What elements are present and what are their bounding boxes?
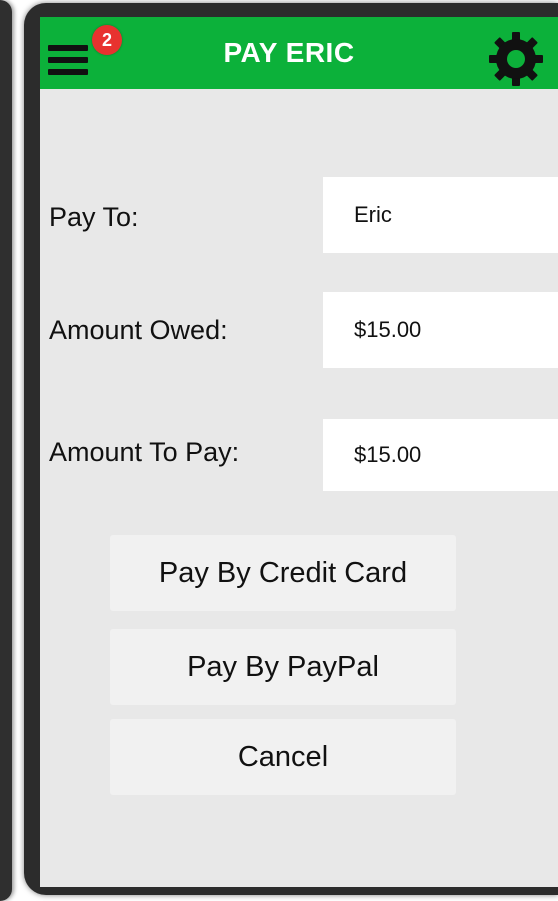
app-screen: 2 PAY ERIC Pay To: Eric Amount Owed: $15… — [40, 17, 558, 887]
phone-frame: 2 PAY ERIC Pay To: Eric Amount Owed: $15… — [24, 3, 558, 895]
pay-to-label: Pay To: — [49, 202, 139, 232]
amount-to-pay-field[interactable]: $15.00 — [323, 419, 558, 491]
gear-icon — [489, 32, 543, 86]
amount-owed-label: Amount Owed: — [49, 315, 228, 345]
page-title: PAY ERIC — [223, 37, 355, 68]
amount-owed-field[interactable]: $15.00 — [323, 292, 558, 368]
cancel-button[interactable]: Cancel — [110, 719, 456, 795]
amount-to-pay-label: Amount To Pay: — [49, 437, 240, 467]
pay-to-field[interactable]: Eric — [323, 177, 558, 253]
pay-by-credit-card-button[interactable]: Pay By Credit Card — [110, 535, 456, 611]
app-header: 2 PAY ERIC — [40, 17, 558, 89]
settings-button[interactable] — [488, 31, 544, 87]
pay-by-paypal-button[interactable]: Pay By PayPal — [110, 629, 456, 705]
adjacent-phone-edge — [0, 0, 12, 901]
